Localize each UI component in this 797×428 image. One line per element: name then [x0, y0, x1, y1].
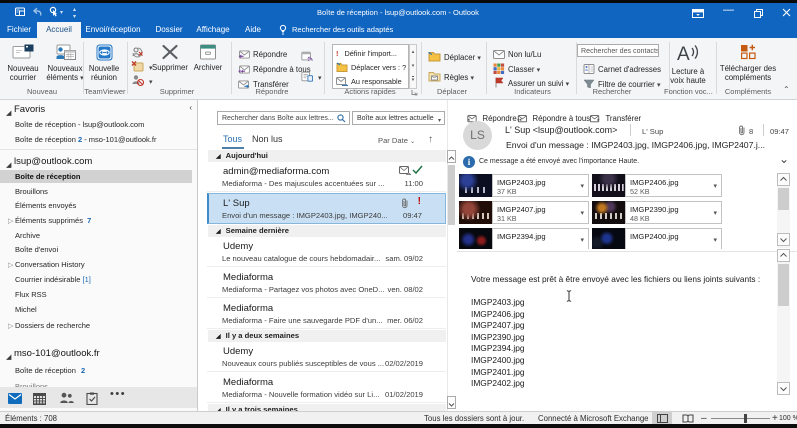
svg-text:A: A — [677, 44, 690, 63]
